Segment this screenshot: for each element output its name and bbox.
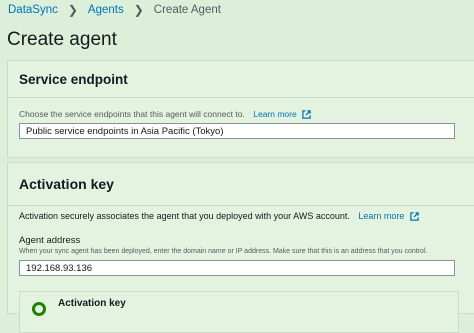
activation-description: Activation securely associates the agent… (19, 211, 350, 221)
breadcrumb: DataSync ❯ Agents ❯ Create Agent (8, 3, 221, 17)
learn-more-label: Learn more (253, 109, 297, 119)
agent-address-input[interactable]: 192.168.93.136 (19, 260, 455, 276)
breadcrumb-agents[interactable]: Agents (88, 4, 124, 16)
learn-more-link[interactable]: Learn more (253, 109, 311, 119)
activation-learn-more-link[interactable]: Learn more (358, 211, 419, 221)
external-link-icon (410, 212, 419, 221)
activation-learn-more-label: Learn more (358, 211, 405, 221)
chevron-right-icon: ❯ (67, 3, 78, 17)
radio-selected-icon[interactable] (32, 302, 46, 316)
activation-key-option[interactable]: Activation key (19, 291, 459, 333)
activation-key-title: Activation key (8, 163, 474, 206)
breadcrumb-datasync[interactable]: DataSync (8, 4, 58, 16)
external-link-icon (302, 110, 311, 119)
activation-key-option-title: Activation key (58, 298, 126, 309)
service-endpoint-description-row: Choose the service endpoints that this a… (19, 109, 311, 119)
service-endpoint-select[interactable]: Public service endpoints in Asia Pacific… (19, 123, 455, 139)
breadcrumb-current: Create Agent (153, 4, 221, 16)
chevron-right-icon: ❯ (133, 3, 144, 17)
service-endpoint-panel: Service endpoint Choose the service endp… (7, 60, 474, 158)
activation-key-panel: Activation key Activation securely assoc… (7, 162, 474, 333)
service-endpoint-title: Service endpoint (8, 61, 474, 98)
agent-address-hint: When your sync agent has been deployed, … (19, 248, 428, 255)
activation-description-row: Activation securely associates the agent… (19, 211, 419, 221)
page-title: Create agent (7, 29, 117, 50)
agent-address-label: Agent address (19, 235, 81, 246)
service-endpoint-description: Choose the service endpoints that this a… (19, 109, 245, 119)
